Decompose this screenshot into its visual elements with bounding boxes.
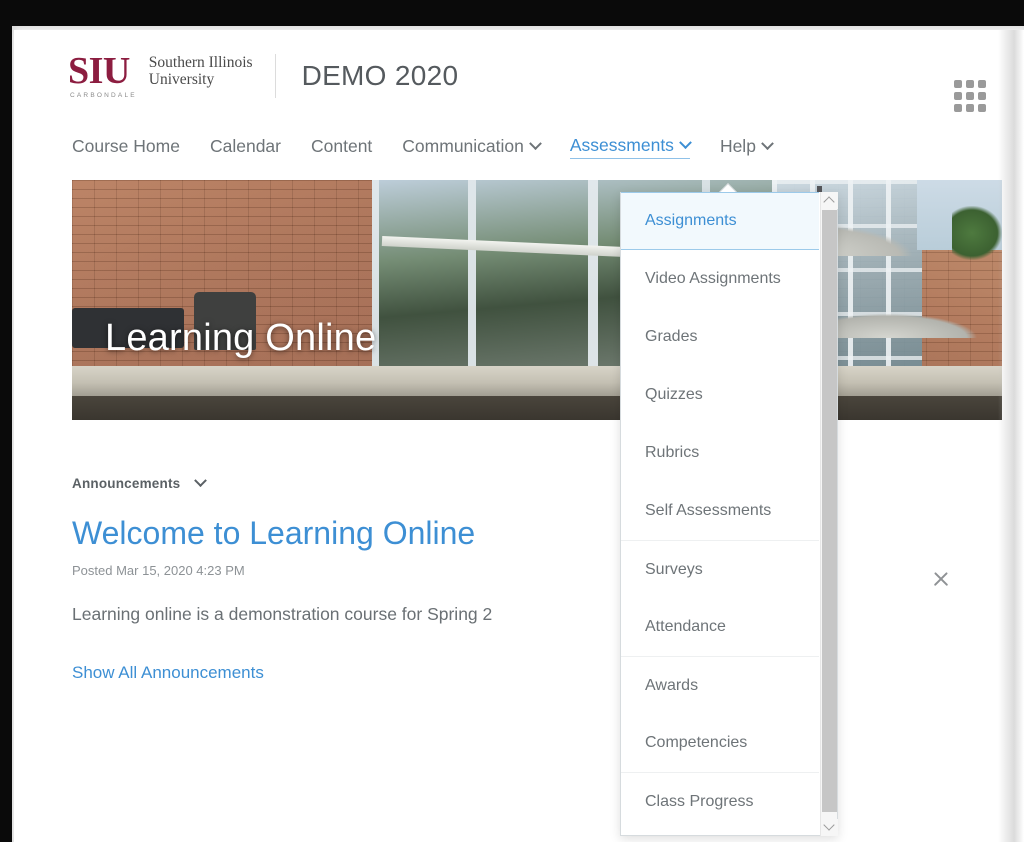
- dropdown-item-rubrics[interactable]: Rubrics: [621, 424, 819, 482]
- dropdown-pointer: [719, 183, 737, 192]
- dropdown-item-surveys[interactable]: Surveys: [621, 540, 819, 598]
- nav-item-calendar[interactable]: Calendar: [210, 136, 281, 159]
- waffle-dot: [966, 80, 974, 88]
- dropdown-item-assignments[interactable]: Assignments: [621, 192, 819, 250]
- dropdown-item-label: Surveys: [645, 560, 703, 578]
- bezel-top: [0, 0, 1024, 26]
- siu-wordmark-line2: University: [148, 71, 215, 88]
- chevron-down-icon[interactable]: [194, 474, 208, 488]
- dropdown-item-label: Class Progress: [645, 792, 754, 810]
- screenshot-frame: SIU CARBONDALE Southern Illinois Univers…: [0, 0, 1024, 842]
- header-divider: [274, 54, 276, 98]
- nav-item-course-home[interactable]: Course Home: [72, 136, 180, 159]
- nav-item-help[interactable]: Help: [719, 135, 774, 159]
- chevron-down-icon: [761, 136, 774, 150]
- chevron-down-icon[interactable]: [821, 819, 838, 836]
- announcement-posted-date: Posted Mar 15, 2020 4:23 PM: [72, 563, 245, 578]
- siu-brand-logo[interactable]: SIU CARBONDALE Southern Illinois Univers…: [68, 49, 253, 100]
- chevron-down-icon: [529, 136, 542, 150]
- course-title: DEMO 2020: [301, 60, 459, 91]
- dropdown-item-label: Attendance: [645, 618, 726, 635]
- dropdown-item-competencies[interactable]: Competencies: [621, 714, 819, 772]
- dropdown-item-list: Assignments Video Assignments Grades Qui…: [621, 192, 837, 835]
- dropdown-item-label: Assignments: [645, 212, 737, 229]
- course-banner-image: Learning Online: [72, 180, 1002, 420]
- waffle-dot: [966, 92, 974, 100]
- dropdown-item-label: Grades: [645, 328, 698, 345]
- dropdown-item-label: Quizzes: [645, 386, 703, 403]
- waffle-dot: [966, 104, 974, 112]
- dropdown-item-class-progress[interactable]: Class Progress: [621, 772, 819, 830]
- nav-item-communication[interactable]: Communication: [402, 135, 542, 159]
- dropdown-item-attendance[interactable]: Attendance: [621, 598, 819, 656]
- chevron-down-icon: [679, 136, 692, 150]
- dropdown-item-label: Self Assessments: [645, 502, 772, 519]
- waffle-grid-icon[interactable]: [954, 80, 986, 112]
- browser-page: SIU CARBONDALE Southern Illinois Univers…: [14, 30, 1024, 842]
- siu-monogram: SIU: [68, 49, 130, 92]
- nav-label: Help: [719, 135, 756, 156]
- waffle-dot: [954, 92, 962, 100]
- assessments-dropdown-menu: Assignments Video Assignments Grades Qui…: [620, 192, 838, 836]
- nav-label: Communication: [402, 135, 524, 156]
- nav-label: Course Home: [72, 135, 180, 156]
- scrollbar-thumb[interactable]: [822, 210, 837, 812]
- course-navbar: Course Home Calendar Content Communicati…: [14, 122, 1024, 172]
- close-icon[interactable]: [930, 568, 952, 590]
- show-all-announcements-link[interactable]: Show All Announcements: [72, 663, 1024, 683]
- dropdown-item-grades[interactable]: Grades: [621, 308, 819, 366]
- nav-label: Calendar: [209, 135, 281, 156]
- dropdown-item-quizzes[interactable]: Quizzes: [621, 366, 819, 424]
- dropdown-item-awards[interactable]: Awards: [621, 656, 819, 714]
- siu-logo-block: SIU CARBONDALE: [68, 49, 137, 100]
- banner-title: Learning Online: [105, 317, 377, 359]
- chevron-up-icon[interactable]: [821, 192, 838, 209]
- nav-label: Assessments: [569, 135, 674, 155]
- waffle-dot: [978, 104, 986, 112]
- announcement-title-link[interactable]: Welcome to Learning Online: [72, 515, 1024, 552]
- dropdown-scrollbar[interactable]: [820, 192, 838, 836]
- dropdown-item-label: Rubrics: [645, 444, 700, 461]
- siu-campus-label: CARBONDALE: [70, 92, 137, 100]
- waffle-dot: [954, 104, 962, 112]
- waffle-dot: [978, 80, 986, 88]
- announcements-header: Announcements: [72, 474, 1024, 491]
- site-header: SIU CARBONDALE Southern Illinois Univers…: [14, 30, 1024, 122]
- dropdown-item-label: Awards: [645, 676, 699, 694]
- waffle-dot: [954, 80, 962, 88]
- waffle-dot: [978, 92, 986, 100]
- announcement-body-text: Learning online is a demonstration cours…: [72, 604, 493, 624]
- announcements-label: Announcements: [72, 476, 181, 491]
- dropdown-item-video-assignments[interactable]: Video Assignments: [621, 250, 819, 308]
- banner-foreground-shadow: [72, 396, 1002, 420]
- nav-label: Content: [311, 135, 373, 156]
- dropdown-item-label: Video Assignments: [645, 270, 781, 287]
- bezel-left: [0, 0, 12, 842]
- announcements-section: Announcements Welcome to Learning Online…: [14, 420, 1024, 683]
- siu-wordmark: Southern Illinois University: [149, 55, 253, 96]
- dropdown-item-label: Competencies: [645, 734, 748, 751]
- siu-wordmark-line1: Southern Illinois: [148, 54, 253, 72]
- dropdown-item-self-assessments[interactable]: Self Assessments: [621, 482, 819, 540]
- banner-concrete-ledge: [72, 366, 1002, 396]
- nav-item-assessments[interactable]: Assessments: [569, 135, 692, 159]
- nav-item-content[interactable]: Content: [311, 136, 372, 159]
